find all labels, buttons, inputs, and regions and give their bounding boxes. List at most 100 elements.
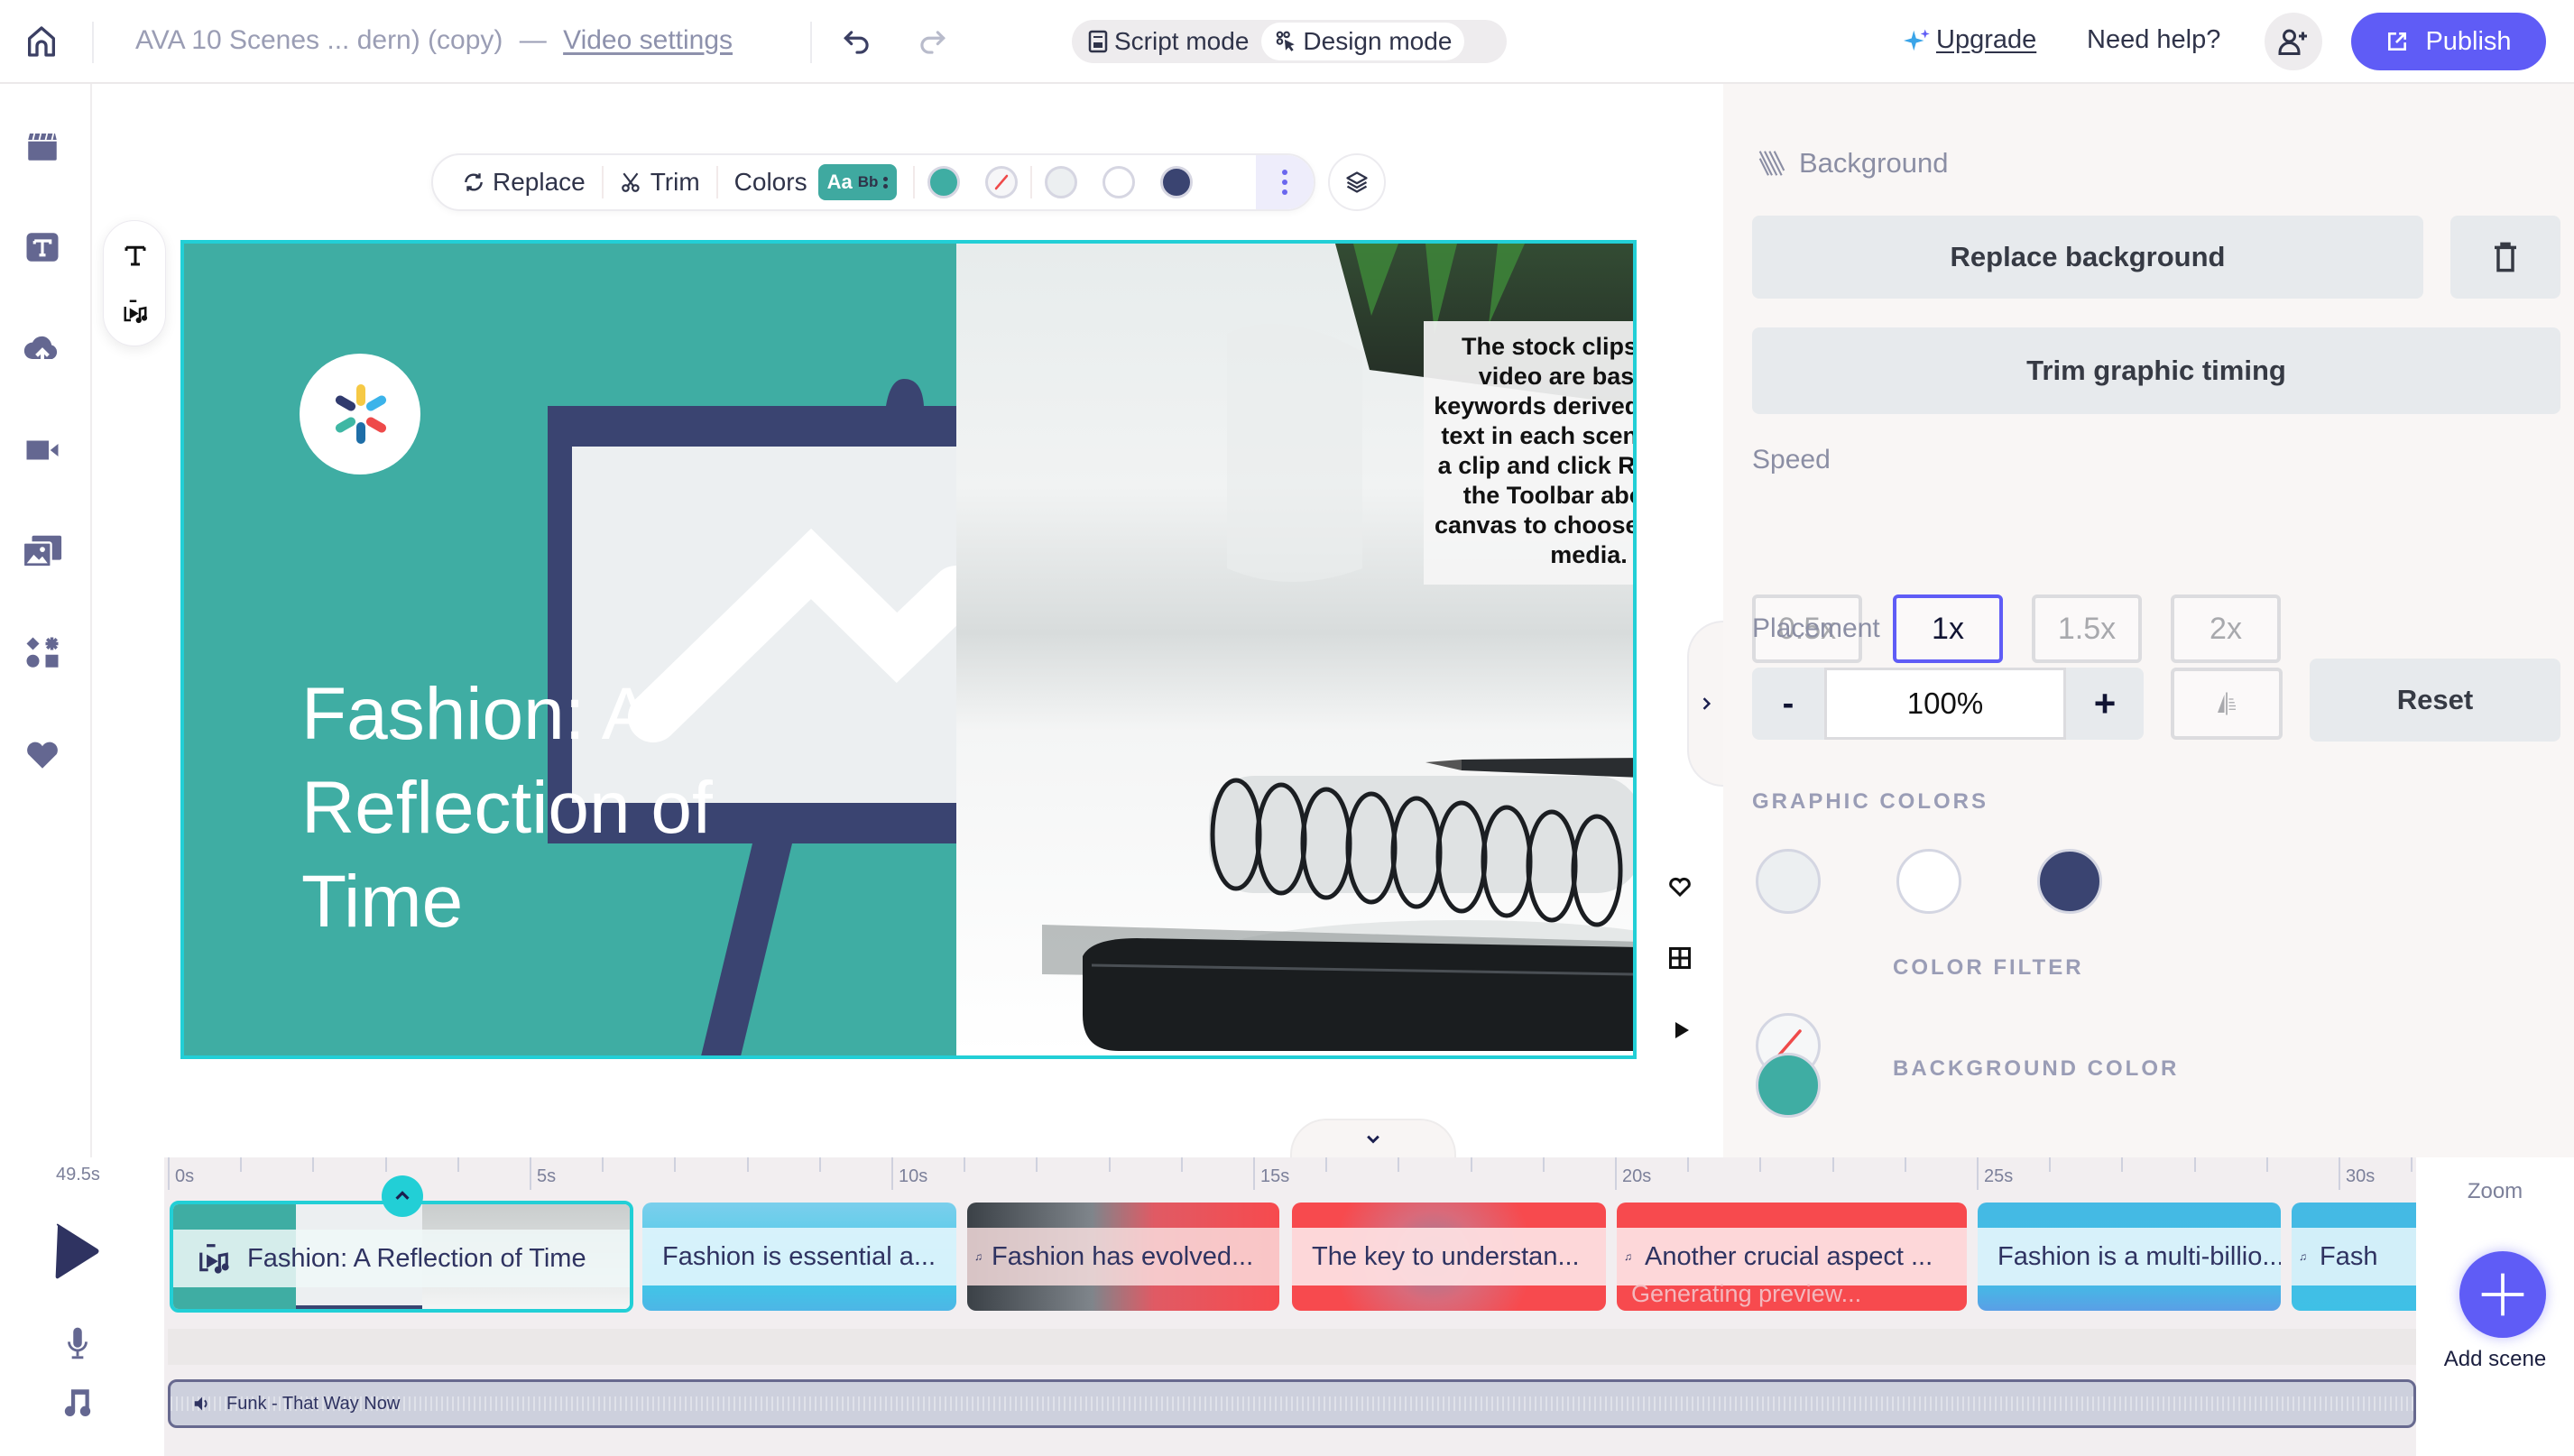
left-sidebar [0,84,92,1157]
shapes-icon [26,637,59,668]
panel-toggle-button[interactable] [1687,621,1723,787]
collapse-timeline-button[interactable] [1290,1119,1456,1157]
music-button[interactable] [58,1381,97,1421]
add-media-button[interactable] [117,293,153,329]
graphic-color-swatch-navy[interactable] [2037,849,2102,914]
ruler-tick [1325,1157,1328,1172]
preview-scene-button[interactable] [1663,1012,1699,1048]
ruler-tick [1398,1157,1400,1172]
sidebar-item-favorites[interactable] [19,731,66,778]
help-link[interactable]: Need help? [2087,25,2220,55]
sidebar-item-media[interactable] [19,528,66,575]
scene-clip-2[interactable]: Fashion is essential a... [642,1203,956,1311]
scene-title: The key to understan... [1312,1241,1580,1271]
flip-button[interactable] [2171,668,2283,740]
invite-user-button[interactable] [2265,13,2322,70]
project-title[interactable]: AVA 10 Scenes ... dern) (copy) [135,25,503,55]
video-settings-link[interactable]: Video settings [563,25,733,55]
add-scene-button[interactable] [2459,1251,2546,1338]
replace-background-button[interactable]: Replace background [1752,216,2423,299]
scene-expand-button[interactable] [382,1175,423,1217]
scene-clip-3[interactable]: ♫ Fashion has evolved... [967,1203,1279,1311]
scene-clip-1[interactable]: Fashion: A Reflection of Time [170,1201,633,1313]
speed-option-1-5x[interactable]: 1.5x [2032,594,2142,663]
brand-logo[interactable] [300,354,420,475]
background-color-label: BACKGROUND COLOR [1893,1056,2180,1081]
chevron-down-icon [1367,1135,1379,1144]
colors-control[interactable]: Colors Aa Bb [718,155,914,209]
speed-option-2x[interactable]: 2x [2171,594,2281,663]
sidebar-item-uploads[interactable] [19,326,66,373]
top-bar: AVA 10 Scenes ... dern) (copy) — Video s… [0,0,2574,84]
home-icon [27,26,55,57]
speed-option-1x[interactable]: 1x [1893,594,2003,663]
ruler-tick [2049,1157,2052,1172]
replace-button[interactable]: Replace [446,155,602,209]
kebab-dot [1282,170,1287,175]
placement-value-input[interactable]: 100% [1824,668,2066,740]
play-button[interactable] [45,1217,108,1286]
font-style-chip[interactable]: Aa Bb [817,164,898,200]
sidebar-item-text[interactable] [19,224,66,271]
sparkle-icon [1904,29,1930,51]
decrease-placement-button[interactable]: - [1752,668,1824,740]
scene-clip-5[interactable]: ♫ Another crucial aspect ... Generating … [1617,1203,1967,1311]
stock-photo-clip[interactable]: The stock clips in this video are based … [956,244,1633,1055]
scene-clip-4[interactable]: The key to understan... [1292,1203,1606,1311]
more-options-button[interactable] [1256,155,1314,209]
favorite-scene-button[interactable] [1662,868,1698,904]
flip-horizontal-icon [2218,692,2236,715]
graphic-color-swatch-light-gray[interactable] [1756,849,1821,914]
scene-clip-7[interactable]: ♫ Fash [2292,1203,2416,1311]
increase-placement-button[interactable]: + [2066,668,2144,740]
add-text-button[interactable] [117,237,153,273]
ruler-tick [2121,1157,2124,1172]
timeline-ruler[interactable]: 0s 5s 10s 15s 20s 25s 30s [168,1157,2416,1193]
divider [92,22,94,63]
ruler-tick [312,1157,315,1172]
trim-button[interactable]: Trim [604,155,716,209]
sidebar-item-scenes[interactable] [19,123,66,170]
zoom-control[interactable]: Zoom [2416,1179,2574,1204]
home-button[interactable] [18,18,65,65]
sidebar-item-video[interactable] [19,427,66,474]
voiceover-button[interactable] [60,1325,96,1361]
toolbar-swatch-none[interactable] [985,166,1019,198]
scene-canvas[interactable]: The stock clips in this video are based … [180,240,1637,1059]
scene-title-text[interactable]: Fashion: A Reflection of Time [301,668,843,949]
redo-button[interactable] [909,20,955,65]
scene-clip-6[interactable]: Fashion is a multi-billio... [1978,1203,2281,1311]
color-filter-label: COLOR FILTER [1893,955,2084,980]
background-color-swatch[interactable] [1756,1053,1821,1118]
script-mode-tab[interactable]: Script mode [1075,23,1261,60]
publish-button[interactable]: Publish [2351,13,2546,70]
sidebar-item-elements[interactable] [19,630,66,677]
trim-graphic-timing-button[interactable]: Trim graphic timing [1752,327,2560,414]
undo-button[interactable] [835,20,880,65]
panel-section-title: Background [1799,147,1949,179]
instruction-text-box[interactable]: The stock clips in this video are based … [1424,321,1633,585]
toolbar-swatch-white[interactable] [1102,166,1136,198]
layers-button[interactable] [1328,153,1386,211]
panel-section-header: Background [1758,147,1948,180]
delete-background-button[interactable] [2450,216,2560,299]
toolbar-swatch-navy[interactable] [1160,166,1194,198]
ruler-label: 10s [899,1166,928,1186]
toolbar-swatch-light-gray[interactable] [1045,166,1078,198]
grid-view-button[interactable] [1662,940,1698,976]
heart-outline-icon [1669,877,1691,898]
media-music-icon: ♫ [1624,1250,1632,1263]
graphic-color-swatch-white[interactable] [1896,849,1961,914]
refresh-icon [465,173,483,191]
voiceover-track[interactable] [168,1329,2416,1365]
music-track[interactable]: Funk - That Way Now [168,1379,2416,1428]
design-mode-tab[interactable]: Design mode [1261,23,1465,60]
ruler-tick [2411,1157,2413,1172]
ruler-tick [2339,1157,2340,1190]
timeline: 0s 5s 10s 15s 20s 25s 30s Fashion: A Reflectio… [0,1157,2574,1456]
toolbar-swatch-teal[interactable] [927,166,961,198]
scene-title: Fashion: A Reflection of Time [247,1243,586,1273]
upgrade-link[interactable]: Upgrade [1904,25,2036,55]
reset-placement-button[interactable]: Reset [2310,659,2560,742]
ruler-tick [384,1157,387,1172]
